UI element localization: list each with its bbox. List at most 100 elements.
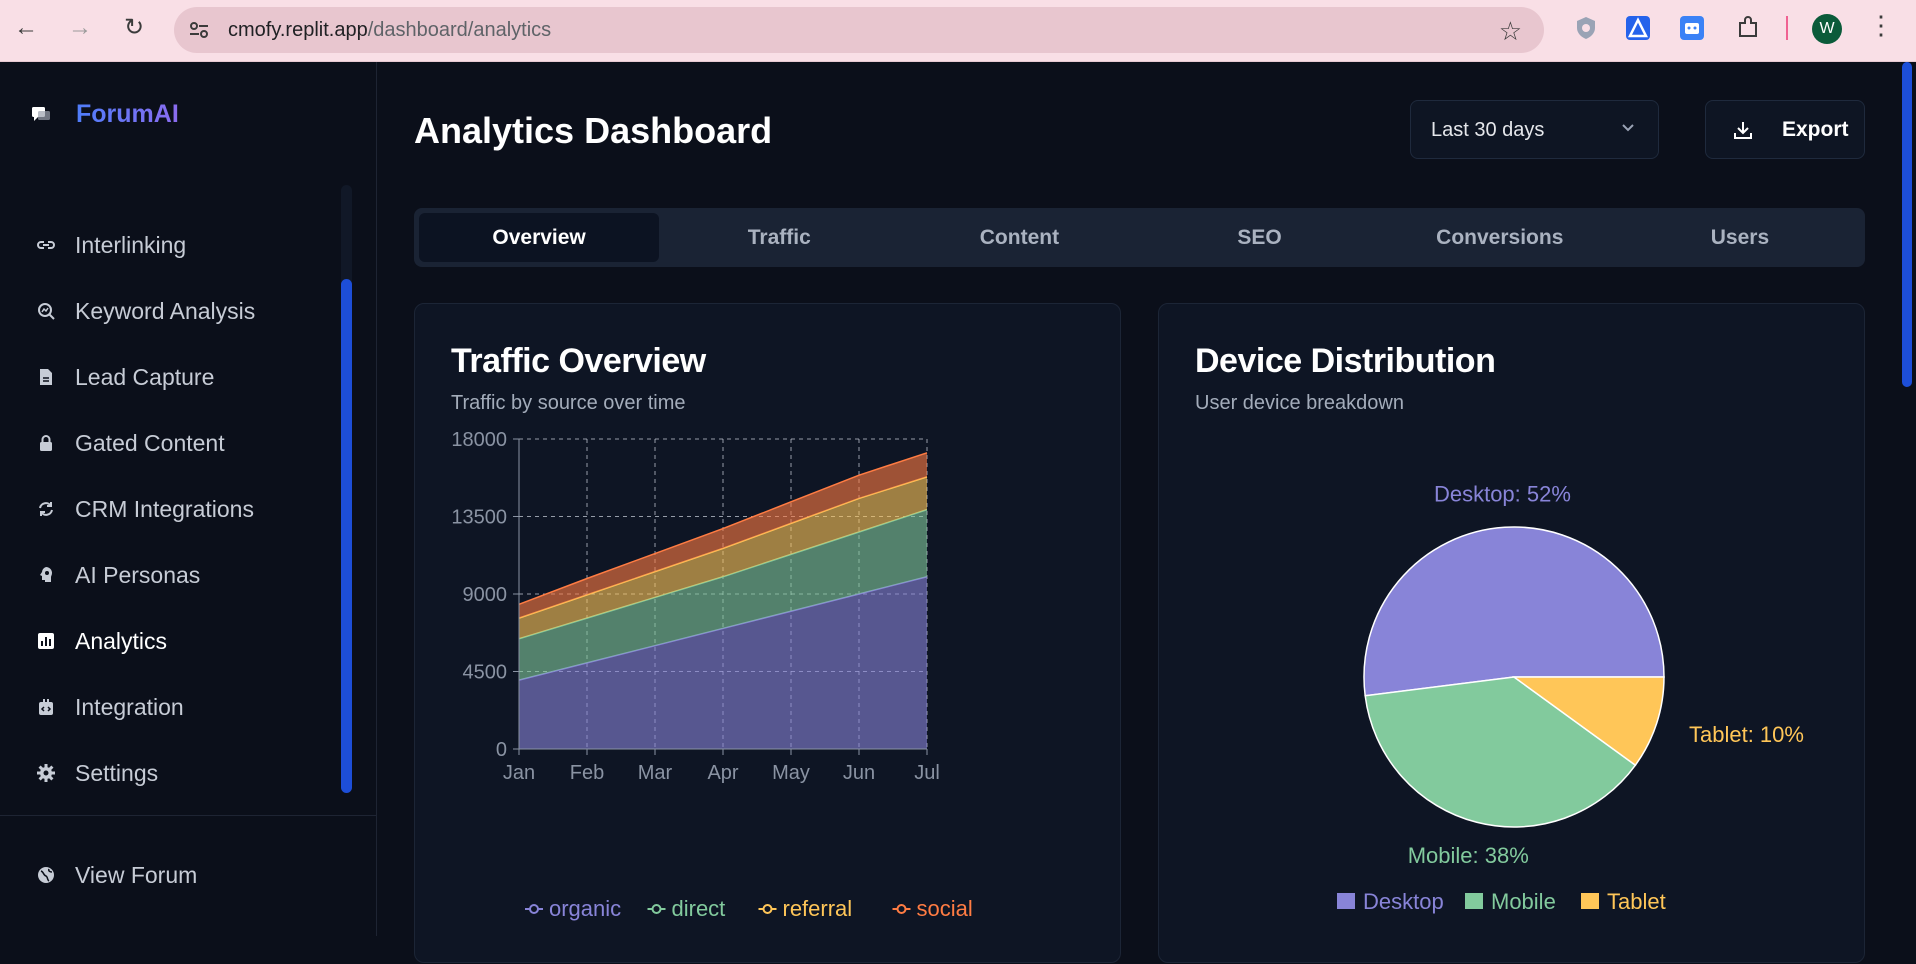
sidebar-item-analytics[interactable]: Analytics [0, 608, 340, 674]
sidebar-item-label: Lead Capture [75, 363, 215, 390]
traffic-area-chart: 0 4500 9000 13500 18000 Jan Feb Mar Apr May Jun Jul… [451, 429, 973, 921]
sidebar-item-interlinking[interactable]: Interlinking [0, 212, 340, 278]
download-icon [1734, 121, 1752, 139]
export-button[interactable]: Export [1705, 100, 1865, 159]
forward-icon[interactable]: → [66, 14, 94, 42]
date-range-select[interactable]: Last 30 days [1410, 100, 1659, 159]
browser-toolbar: ← → ↻ cmofy.replit.app/dashboard/analyti… [0, 0, 1916, 62]
legend-item-organic: organic [525, 896, 621, 921]
tab-traffic[interactable]: Traffic [659, 213, 899, 262]
legend-label: Tablet [1607, 889, 1666, 914]
legend-label: social [917, 896, 973, 921]
legend-marker [651, 904, 662, 914]
view-forum-link[interactable]: View Forum [0, 842, 340, 908]
sidebar-footer: View Forum [0, 842, 340, 908]
date-range-value: Last 30 days [1431, 119, 1545, 141]
url-host: cmofy.replit.app [228, 19, 368, 41]
sidebar-divider [0, 815, 377, 816]
sidebar: ForumAI Interlinking Keyword Analysis Le… [0, 62, 377, 936]
brand-name: ForumAI [76, 100, 179, 128]
view-forum-label: View Forum [75, 861, 198, 888]
sidebar-item-label: Analytics [75, 627, 168, 654]
plugin-icon [39, 699, 53, 715]
device-distribution-card: Device Distribution User device breakdow… [1158, 303, 1865, 963]
sidebar-item-integration[interactable]: Integration [0, 674, 340, 740]
legend-item-direct: direct [647, 896, 726, 921]
legend-item-social: social [892, 896, 973, 921]
x-tick-label: Jul [914, 762, 940, 784]
bookmark-star-icon[interactable]: ☆ [1499, 16, 1522, 47]
sidebar-item-label: AI Personas [75, 561, 201, 588]
tab-bar: Overview Traffic Content SEO Conversions… [414, 208, 1865, 267]
legend-label: Desktop [1363, 889, 1444, 914]
brand[interactable]: ForumAI [30, 100, 179, 129]
tab-overview[interactable]: Overview [419, 213, 660, 262]
page-title: Analytics Dashboard [414, 110, 773, 151]
sidebar-item-gated-content[interactable]: Gated Content [0, 410, 340, 476]
legend-item-tablet: Tablet [1581, 889, 1666, 914]
link-icon [37, 241, 55, 249]
shield-extension-icon[interactable] [1572, 14, 1600, 42]
extensions-puzzle-icon[interactable] [1734, 14, 1762, 42]
browser-menu-icon[interactable]: ⋮ [1868, 10, 1894, 41]
head-icon [40, 567, 52, 582]
robot-extension-icon[interactable] [1678, 14, 1706, 42]
toolbar-divider [1786, 16, 1788, 40]
chevron-down-icon [1622, 124, 1634, 132]
site-settings-icon[interactable] [188, 19, 210, 41]
main-content: Analytics Dashboard Last 30 days Export … [378, 62, 1898, 963]
sidebar-item-ai-personas[interactable]: AI Personas [0, 542, 340, 608]
tab-users[interactable]: Users [1620, 213, 1860, 262]
address-bar[interactable]: cmofy.replit.app/dashboard/analytics ☆ [174, 7, 1544, 53]
x-tick-label: May [772, 762, 810, 784]
page-scrollbar[interactable] [1898, 62, 1916, 936]
traffic-overview-card: Traffic Overview Traffic by source over … [414, 303, 1121, 963]
sidebar-item-keyword-analysis[interactable]: Keyword Analysis [0, 278, 340, 344]
url-text: cmofy.replit.app/dashboard/analytics [228, 19, 551, 42]
tab-conversions[interactable]: Conversions [1380, 213, 1620, 262]
reload-icon[interactable]: ↻ [120, 14, 148, 42]
refresh-icon [39, 502, 53, 516]
sidebar-item-label: Settings [75, 759, 159, 786]
pie-label-mobile: Mobile: 38% [1408, 843, 1529, 868]
sidebar-item-lead-capture[interactable]: Lead Capture [0, 344, 340, 410]
bar-chart-icon [38, 633, 54, 649]
pie-label-tablet: Tablet: 10% [1689, 722, 1804, 747]
legend-swatch [1337, 893, 1355, 909]
legend-marker [896, 904, 907, 914]
pie-label-desktop: Desktop: 52% [1434, 481, 1571, 506]
sidebar-item-label: Integration [75, 693, 184, 720]
export-label: Export [1782, 117, 1849, 141]
sidebar-item-settings[interactable]: Settings [0, 740, 340, 806]
tab-content[interactable]: Content [899, 213, 1139, 262]
globe-icon [38, 867, 54, 883]
url-path: /dashboard/analytics [367, 19, 552, 41]
sidebar-item-label: CRM Integrations [75, 495, 254, 522]
lock-icon [40, 435, 52, 451]
page-scroll-thumb[interactable] [1902, 62, 1912, 387]
legend-label: organic [549, 896, 621, 921]
search-chart-icon [38, 303, 55, 320]
sidebar-item-label: Gated Content [75, 429, 225, 456]
sidebar-scroll-thumb[interactable] [341, 279, 352, 793]
sidebar-item-crm-integrations[interactable]: CRM Integrations [0, 476, 340, 542]
back-icon[interactable]: ← [12, 14, 40, 42]
profile-avatar[interactable]: W [1812, 14, 1842, 44]
tab-seo[interactable]: SEO [1140, 213, 1380, 262]
legend-marker [762, 904, 773, 914]
x-tick-label: Jun [843, 762, 875, 784]
legend-swatch [1465, 893, 1483, 909]
sidebar-item-label: Keyword Analysis [75, 297, 256, 324]
sidebar-item-label: Interlinking [75, 231, 187, 258]
x-tick-label: Feb [570, 762, 604, 784]
y-tick-label: 9000 [463, 584, 508, 606]
chat-bubble-icon [32, 106, 50, 121]
legend-item-referral: referral [758, 896, 853, 921]
y-tick-label: 18000 [451, 429, 507, 451]
legend-label: referral [783, 896, 853, 921]
y-tick-label: 13500 [451, 507, 507, 529]
legend-label: direct [672, 896, 726, 921]
triangle-extension-icon[interactable] [1624, 14, 1652, 42]
legend-swatch [1581, 893, 1599, 909]
y-tick-label: 0 [496, 739, 507, 761]
